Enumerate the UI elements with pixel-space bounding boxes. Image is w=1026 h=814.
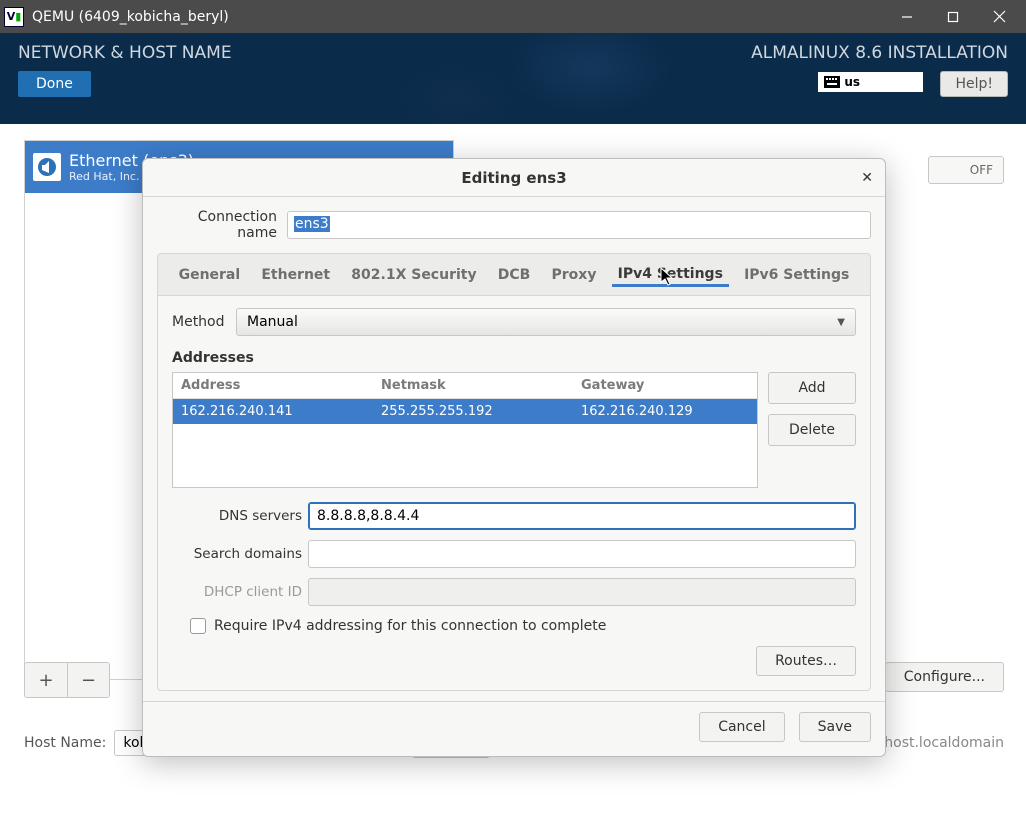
connection-name-input[interactable]	[287, 211, 871, 239]
method-label: Method	[172, 314, 224, 330]
dialog-close-button[interactable]: ✕	[861, 170, 873, 186]
dhcp-client-id-input	[308, 578, 856, 606]
section-title: NETWORK & HOST NAME	[18, 43, 232, 63]
cell-gateway: 162.216.240.129	[573, 399, 757, 424]
cancel-button[interactable]: Cancel	[699, 712, 784, 742]
col-address: Address	[173, 373, 373, 398]
routes-button[interactable]: Routes…	[756, 646, 856, 676]
keyboard-layout-indicator[interactable]: us	[818, 72, 923, 92]
tab-ethernet[interactable]: Ethernet	[255, 263, 336, 287]
require-ipv4-row[interactable]: Require IPv4 addressing for this connect…	[190, 618, 856, 634]
tab-dcb[interactable]: DCB	[492, 263, 537, 287]
tab-security[interactable]: 802.1X Security	[345, 263, 482, 287]
maximize-button[interactable]	[930, 1, 976, 32]
dialog-tabs: General Ethernet 802.1X Security DCB Pro…	[157, 253, 871, 296]
method-value: Manual	[247, 314, 298, 330]
require-ipv4-label: Require IPv4 addressing for this connect…	[214, 618, 606, 634]
help-button[interactable]: Help!	[940, 71, 1008, 97]
dns-servers-label: DNS servers	[172, 508, 302, 524]
tab-proxy[interactable]: Proxy	[546, 263, 603, 287]
dialog-title: Editing ens3	[461, 169, 566, 187]
tab-ipv4[interactable]: IPv4 Settings	[612, 262, 729, 287]
ethernet-icon	[33, 153, 61, 181]
save-button[interactable]: Save	[799, 712, 871, 742]
keyboard-layout-text: us	[844, 75, 860, 89]
minimize-button[interactable]	[884, 1, 930, 32]
cell-address: 162.216.240.141	[173, 399, 373, 424]
col-netmask: Netmask	[373, 373, 573, 398]
ipv4-panel: Method Manual ▼ Addresses Address Netmas…	[157, 296, 871, 691]
close-window-button[interactable]	[976, 1, 1022, 32]
search-domains-label: Search domains	[172, 546, 302, 562]
dhcp-client-id-label: DHCP client ID	[172, 584, 302, 600]
dns-servers-input[interactable]	[308, 502, 856, 530]
dialog-footer: Cancel Save	[143, 701, 885, 756]
connection-toggle-label: OFF	[970, 163, 993, 177]
window-titlebar: V▮ QEMU (6409_kobicha_beryl)	[0, 0, 1026, 33]
delete-address-button[interactable]: Delete	[768, 414, 856, 446]
installer-title: ALMALINUX 8.6 INSTALLATION	[751, 43, 1008, 63]
require-ipv4-checkbox[interactable]	[190, 618, 206, 634]
table-row[interactable]: 162.216.240.141 255.255.255.192 162.216.…	[173, 399, 757, 424]
col-gateway: Gateway	[573, 373, 757, 398]
edit-connection-dialog: Editing ens3 ✕ Connection name ens3 Gene…	[142, 158, 886, 757]
chevron-down-icon: ▼	[837, 317, 845, 328]
tab-ipv6[interactable]: IPv6 Settings	[738, 263, 855, 287]
hostname-label: Host Name:	[24, 735, 106, 751]
add-address-button[interactable]: Add	[768, 372, 856, 404]
connection-name-label: Connection name	[157, 209, 277, 241]
add-interface-button[interactable]: +	[25, 663, 67, 697]
vnc-icon: V▮	[4, 7, 24, 27]
addresses-table[interactable]: Address Netmask Gateway 162.216.240.141 …	[172, 372, 758, 488]
connection-toggle[interactable]: OFF	[928, 156, 1004, 184]
interface-add-remove: + −	[24, 662, 110, 698]
method-select[interactable]: Manual ▼	[236, 308, 856, 336]
remove-interface-button[interactable]: −	[67, 663, 109, 697]
keyboard-icon	[824, 76, 840, 88]
dialog-header: Editing ens3 ✕	[143, 159, 885, 197]
anaconda-header: NETWORK & HOST NAME ALMALINUX 8.6 INSTAL…	[0, 33, 1026, 124]
window-title: QEMU (6409_kobicha_beryl)	[32, 9, 884, 25]
configure-button[interactable]: Configure...	[885, 662, 1004, 692]
addresses-header-row: Address Netmask Gateway	[173, 373, 757, 399]
done-button[interactable]: Done	[18, 71, 91, 97]
tab-general[interactable]: General	[173, 263, 247, 287]
search-domains-input[interactable]	[308, 540, 856, 568]
addresses-heading: Addresses	[172, 350, 856, 366]
cell-netmask: 255.255.255.192	[373, 399, 573, 424]
